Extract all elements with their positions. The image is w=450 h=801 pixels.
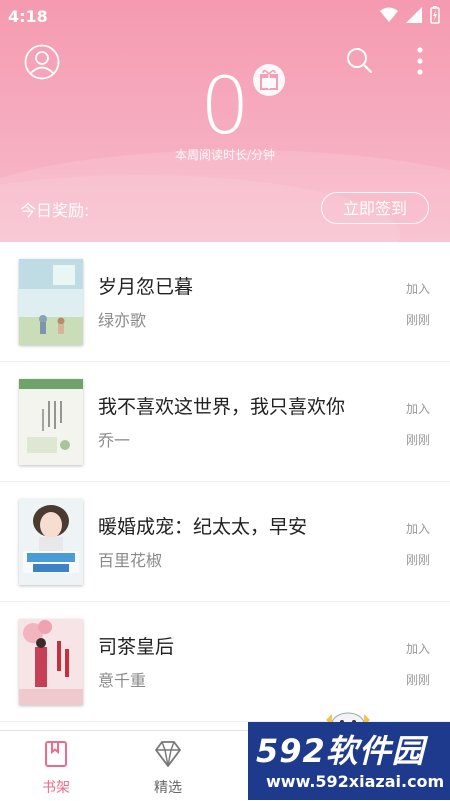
book-title: 岁月忽已暮	[98, 276, 194, 298]
book-item[interactable]: 岁月忽已暮 绿亦歌 加入 刚刚	[0, 242, 450, 362]
nav-bookshelf-label: 书架	[42, 780, 70, 796]
book-cover	[19, 499, 83, 585]
book-title: 我不喜欢这世界，我只喜欢你	[98, 396, 346, 418]
book-title: 司茶皇后	[98, 636, 175, 658]
battery-icon	[430, 6, 440, 24]
book-author: 百里花椒	[98, 551, 163, 570]
book-item[interactable]: 我不喜欢这世界，我只喜欢你 乔一 加入 刚刚	[0, 362, 450, 482]
gift-icon[interactable]	[252, 63, 286, 97]
book-item[interactable]: 暖婚成宠：纪太太，早安 百里花椒 加入 刚刚	[0, 482, 450, 602]
book-author: 绿亦歌	[98, 311, 147, 330]
book-time-label: 刚刚	[405, 433, 430, 447]
book-item[interactable]: 司茶皇后 意千重 加入 刚刚	[0, 602, 450, 722]
weekly-reading-minutes: 0	[200, 62, 250, 152]
checkin-button[interactable]: 立即签到	[321, 192, 429, 224]
status-icons	[380, 6, 440, 24]
book-add-label: 加入	[405, 282, 430, 296]
nav-featured-label: 精选	[154, 780, 182, 796]
bookshelf-list: 岁月忽已暮 绿亦歌 加入 刚刚 我不喜欢这世界，我只喜欢你 乔一 加入 刚刚 暖…	[0, 242, 450, 722]
watermark-url: www.592xiazai.com	[266, 772, 445, 791]
site-watermark: 592软件园 www.592xiazai.com	[248, 722, 450, 800]
book-cover	[19, 379, 83, 465]
nav-featured[interactable]: 精选	[112, 731, 224, 801]
book-add-label: 加入	[405, 402, 430, 416]
book-author: 意千重	[98, 671, 147, 690]
today-reward-label: 今日奖励:	[20, 201, 90, 220]
book-cover	[19, 619, 83, 705]
book-cover	[19, 259, 83, 345]
status-time: 4:18	[8, 7, 48, 26]
reading-time-label: 本周阅读时长/分钟	[174, 148, 276, 162]
book-time-label: 刚刚	[405, 313, 430, 327]
book-add-label: 加入	[405, 522, 430, 536]
book-add-label: 加入	[405, 642, 430, 656]
nav-bookshelf[interactable]: 书架	[0, 731, 112, 801]
header-banner: 4:18 0 本周阅读时长/分钟 今日奖励: 立即签到	[0, 0, 450, 242]
signal-icon	[406, 7, 422, 23]
watermark-brand: 592软件园	[256, 732, 425, 770]
wifi-icon	[380, 7, 398, 22]
book-author: 乔一	[98, 431, 131, 450]
book-title: 暖婚成宠：纪太太，早安	[98, 516, 308, 538]
book-time-label: 刚刚	[405, 673, 430, 687]
book-icon	[45, 741, 67, 767]
book-time-label: 刚刚	[405, 553, 430, 567]
diamond-icon	[155, 741, 181, 767]
status-bar: 4:18	[0, 0, 450, 32]
